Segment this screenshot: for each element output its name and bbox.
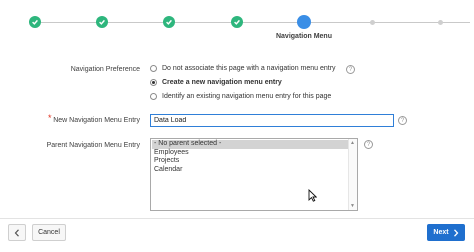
help-icon[interactable]: ? <box>398 116 407 125</box>
mouse-cursor-icon <box>308 189 317 202</box>
list-option-selected[interactable]: - No parent selected - <box>152 140 348 149</box>
scroll-up-arrow-icon[interactable]: ▲ <box>350 140 355 146</box>
list-option[interactable]: Projects <box>151 157 357 166</box>
radio-option-identify-existing[interactable]: Identify an existing navigation menu ent… <box>150 93 331 100</box>
chevron-right-icon <box>453 228 458 237</box>
cancel-button[interactable]: Cancel <box>32 224 66 241</box>
new-entry-label: New Navigation Menu Entry <box>53 117 140 124</box>
back-button[interactable] <box>8 224 26 241</box>
step-complete-check-icon <box>29 16 41 28</box>
step-complete-check-icon <box>231 16 243 28</box>
listbox-scrollbar[interactable]: ▲ ▼ <box>348 139 357 210</box>
list-option[interactable]: Employees <box>151 149 357 158</box>
footer-divider <box>0 218 474 219</box>
scroll-down-arrow-icon[interactable]: ▼ <box>350 203 355 209</box>
new-entry-input[interactable] <box>150 114 394 127</box>
radio-button[interactable] <box>150 65 157 72</box>
chevron-left-icon <box>14 228 19 237</box>
radio-button[interactable] <box>150 93 157 100</box>
radio-option-create-new[interactable]: Create a new navigation menu entry <box>150 79 282 86</box>
help-icon[interactable]: ? <box>364 140 373 149</box>
radio-option-label: Identify an existing navigation menu ent… <box>162 93 332 100</box>
radio-option-no-association[interactable]: Do not associate this page with a naviga… <box>150 65 336 72</box>
next-button[interactable]: Next <box>427 224 465 241</box>
parent-entry-label: Parent Navigation Menu Entry <box>46 142 140 149</box>
list-option[interactable]: Calendar <box>151 166 357 175</box>
current-step-label: Navigation Menu <box>275 33 332 40</box>
step-complete-check-icon <box>96 16 108 28</box>
next-button-label: Next <box>433 229 449 236</box>
step-pending-dot <box>370 20 375 25</box>
step-pending-dot <box>438 20 443 25</box>
radio-option-label: Do not associate this page with a naviga… <box>162 65 336 72</box>
radio-option-label: Create a new navigation menu entry <box>162 79 282 86</box>
step-current-marker <box>297 15 311 29</box>
nav-preference-label: Navigation Preference <box>70 66 140 73</box>
help-icon[interactable]: ? <box>346 65 355 74</box>
radio-button-selected[interactable] <box>150 79 157 86</box>
step-complete-check-icon <box>163 16 175 28</box>
wizard-progress: Navigation Menu <box>0 0 474 50</box>
parent-entry-listbox[interactable]: - No parent selected - Employees Project… <box>150 138 358 211</box>
